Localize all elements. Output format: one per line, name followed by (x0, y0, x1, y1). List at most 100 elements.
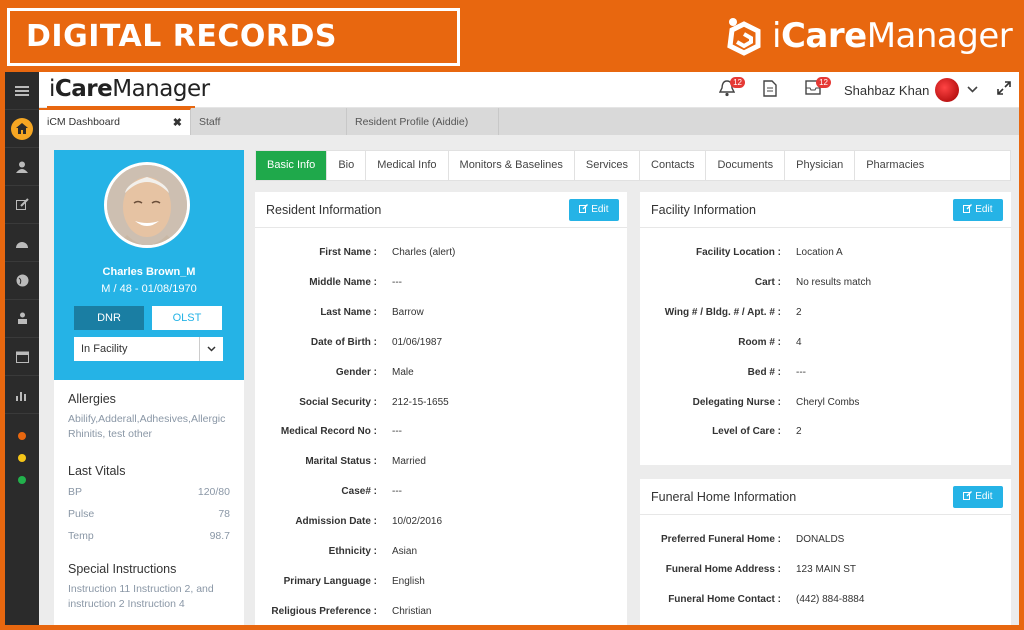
vital-value: 120/80 (197, 486, 230, 498)
field-label: Middle Name : (309, 276, 377, 288)
resident-meta: M / 48 - 01/08/1970 (101, 283, 197, 295)
field-value: 2 (796, 306, 802, 318)
banner-logo-care: Care (780, 16, 867, 56)
field-row: Level of Care : 2 (640, 426, 1011, 440)
field-value: --- (392, 486, 402, 498)
edit-button[interactable]: Edit (953, 486, 1003, 508)
app-logo-manager: Manager (112, 76, 210, 102)
user-name[interactable]: Shahbaz Khan (844, 83, 929, 98)
status-select[interactable]: In Facility (74, 337, 223, 361)
field-label: First Name : (319, 247, 377, 258)
field-value: Male (392, 366, 414, 378)
field-label: Marital Status : (305, 456, 377, 468)
resident-name: Charles Brown_M (102, 266, 196, 278)
content-area: Charles Brown_M M / 48 - 01/08/1970 DNR … (39, 135, 1019, 625)
app-logo-care: Care (54, 76, 113, 102)
field-value: 2 (796, 426, 802, 438)
dashboard-icon[interactable] (5, 224, 39, 262)
edit-icon[interactable] (5, 186, 39, 224)
field-value: 212-15-1655 (392, 396, 449, 408)
tab-icm-dashboard[interactable]: iCM Dashboard ✖ (39, 108, 191, 135)
tab-resident-profile[interactable]: Resident Profile (Aiddie) (347, 108, 499, 135)
field-value: 123 MAIN ST (796, 564, 857, 575)
notifications-bell-icon[interactable]: 12 (718, 77, 745, 100)
user-avatar[interactable] (935, 78, 959, 102)
panel-title: Resident Information (266, 203, 382, 217)
field-value: --- (392, 426, 402, 438)
profile-tabs: Basic Info Bio Medical Info Monitors & B… (255, 150, 1011, 181)
field-row: Primary Language : English (255, 576, 627, 590)
vital-row: Temp 98.7 (68, 530, 230, 542)
field-row: Preferred Funeral Home : DONALDS (640, 534, 1011, 548)
staff-icon[interactable] (5, 300, 39, 338)
banner-title: DIGITAL RECORDS (7, 8, 460, 66)
field-value: --- (392, 276, 402, 288)
close-tab-icon[interactable]: ✖ (173, 116, 182, 129)
field-row: Gender : Male (255, 367, 627, 381)
field-row: Social Security : 212-15-1655 (255, 397, 627, 411)
field-label: Gender : (335, 366, 377, 378)
field-label: Preferred Funeral Home : (660, 534, 781, 545)
panel-title: Facility Information (651, 203, 756, 217)
banner-logo: iCareManager (724, 14, 1013, 58)
edit-label: Edit (975, 491, 993, 502)
tab-basic-info[interactable]: Basic Info (256, 151, 328, 180)
special-instructions-heading: Special Instructions (68, 562, 177, 576)
allergies-heading: Allergies (68, 392, 116, 406)
tab-services[interactable]: Services (575, 151, 641, 180)
field-label: Primary Language : (283, 575, 377, 587)
field-label: Room # : (738, 336, 781, 348)
calendar-icon[interactable] (5, 338, 39, 376)
tab-bio[interactable]: Bio (327, 151, 367, 180)
field-row: Delegating Nurse : Cheryl Combs (640, 397, 1011, 411)
field-label: Bed # : (747, 366, 781, 378)
field-label: Religious Preference : (271, 605, 377, 617)
field-value: Christian (392, 605, 432, 617)
tab-contacts[interactable]: Contacts (640, 151, 707, 180)
chevron-down-icon[interactable] (199, 337, 223, 361)
field-row: Date of Birth : 01/06/1987 (255, 337, 627, 351)
dnr-button[interactable]: DNR (74, 306, 144, 330)
field-row: Facility Location : Location A (640, 247, 1011, 261)
app-logo[interactable]: iCareManager (49, 76, 210, 102)
funeral-home-information-panel: Funeral Home Information Edit Preferred … (640, 479, 1011, 625)
icaremanager-logo-icon (727, 18, 761, 56)
field-label: Wing # / Bldg. # / Apt. # : (664, 306, 781, 318)
banner-logo-manager: Manager (866, 16, 1013, 56)
edit-label: Edit (591, 204, 609, 215)
field-label: Funeral Home Address : (665, 564, 781, 575)
page-tabs: iCM Dashboard ✖ Staff Resident Profile (… (39, 108, 1019, 135)
chevron-down-icon[interactable] (967, 82, 978, 96)
field-label: Date of Birth : (310, 336, 377, 348)
edit-button[interactable]: Edit (953, 199, 1003, 221)
field-value: Asian (392, 546, 418, 557)
document-icon[interactable] (763, 80, 785, 100)
tab-pharmacies[interactable]: Pharmacies (855, 151, 935, 180)
tab-monitors-baselines[interactable]: Monitors & Baselines (449, 151, 575, 180)
field-label: Ethnicity : (328, 546, 377, 557)
edit-label: Edit (975, 204, 993, 215)
tab-documents[interactable]: Documents (706, 151, 786, 180)
edit-button[interactable]: Edit (569, 199, 619, 221)
tab-physician[interactable]: Physician (785, 151, 856, 180)
olst-button[interactable]: OLST (152, 306, 222, 330)
vital-label: Pulse (68, 508, 95, 520)
home-icon[interactable] (5, 110, 39, 148)
field-value: English (392, 575, 425, 587)
field-value: DONALDS (796, 534, 845, 545)
icon-sidebar (5, 72, 39, 625)
field-label: Medical Record No : (280, 426, 377, 438)
facility-information-panel: Facility Information Edit Facility Locat… (640, 192, 1011, 465)
menu-icon[interactable] (5, 72, 39, 110)
resident-profile-card: Charles Brown_M M / 48 - 01/08/1970 DNR … (54, 150, 244, 380)
tab-medical-info[interactable]: Medical Info (366, 151, 449, 180)
messages-badge: 12 (816, 77, 831, 88)
messages-icon[interactable]: 12 (805, 77, 831, 100)
last-vitals-heading: Last Vitals (68, 464, 126, 478)
fullscreen-expand-icon[interactable] (997, 81, 1011, 100)
user-icon[interactable] (5, 148, 39, 186)
field-row: Wing # / Bldg. # / Apt. # : 2 (640, 307, 1011, 321)
reports-icon[interactable] (5, 376, 39, 414)
tab-staff[interactable]: Staff (191, 108, 347, 135)
globe-icon[interactable] (5, 262, 39, 300)
